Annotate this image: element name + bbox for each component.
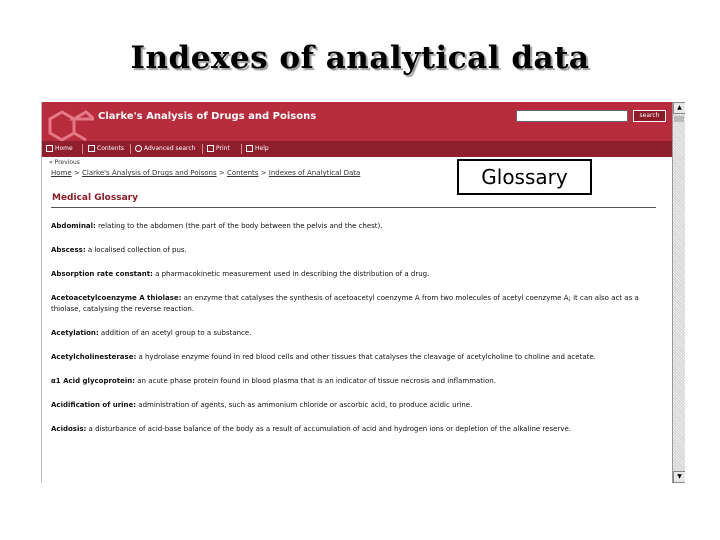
nav-contents-label: Contents [97, 145, 124, 152]
vertical-scrollbar[interactable]: ▲ ▼ [672, 102, 685, 483]
search-input[interactable] [516, 110, 628, 122]
nav-advanced-search-label: Advanced search [144, 145, 196, 152]
glossary-definition: an acute phase protein found in blood pl… [135, 377, 496, 385]
breadcrumb-home[interactable]: Home [51, 169, 72, 177]
glossary-definition: a localised collection of pus. [85, 246, 187, 254]
glossary-definition: addition of an acetyl group to a substan… [98, 329, 252, 337]
nav-bar: Home Contents Advanced search Print Help [42, 141, 672, 157]
breadcrumb: Home > Clarke's Analysis of Drugs and Po… [51, 169, 360, 177]
site-header: Clarke's Analysis of Drugs and Poisons s… [42, 102, 672, 155]
glossary-entry: Acidification of urine: administration o… [51, 400, 659, 411]
glossary-entry: Acetoacetylcoenzyme A thiolase: an enzym… [51, 293, 659, 315]
glossary-term: Acidification of urine: [51, 401, 137, 409]
glossary-definition: relating to the abdomen (the part of the… [95, 222, 383, 230]
glossary-term: α1 Acid glycoprotein: [51, 377, 136, 385]
breadcrumb-separator: > [73, 169, 80, 177]
glossary-entry: α1 Acid glycoprotein: an acute phase pro… [51, 376, 659, 387]
glossary-term: Acetylcholinesterase: [51, 353, 137, 361]
nav-home-label: Home [55, 145, 73, 152]
nav-divider [202, 144, 203, 154]
glossary-entry: Abscess: a localised collection of pus. [51, 245, 659, 256]
nav-print-label: Print [216, 145, 230, 152]
glossary-entry: Absorption rate constant: a pharmacokine… [51, 269, 659, 280]
magnifier-icon [135, 145, 142, 152]
divider [51, 207, 656, 208]
slide-title: Indexes of analytical data [130, 40, 590, 76]
glossary-definition: a disturbance of acid-base balance of th… [86, 425, 571, 433]
previous-link[interactable]: « Previous [49, 159, 80, 166]
glossary-entry: Acetylcholinesterase: a hydrolase enzyme… [51, 352, 659, 363]
nav-home[interactable]: Home [46, 143, 73, 155]
breadcrumb-book[interactable]: Clarke's Analysis of Drugs and Poisons [82, 169, 217, 177]
scroll-up-arrow-icon[interactable]: ▲ [673, 102, 685, 114]
nav-print[interactable]: Print [207, 143, 230, 155]
glossary-callout: Glossary [457, 159, 592, 195]
nav-divider [82, 144, 83, 154]
nav-help-label: Help [255, 145, 269, 152]
scroll-thumb[interactable] [674, 116, 684, 122]
page-heading: Medical Glossary [52, 193, 138, 203]
glossary-entry: Acetylation: addition of an acetyl group… [51, 328, 659, 339]
home-icon [46, 145, 53, 152]
nav-divider [130, 144, 131, 154]
glossary-definition: administration of agents, such as ammoni… [136, 401, 473, 409]
browser-screenshot: Clarke's Analysis of Drugs and Poisons s… [41, 102, 685, 483]
glossary-term: Acetylation: [51, 329, 99, 337]
breadcrumb-separator: > [218, 169, 225, 177]
glossary-list: Abdominal: relating to the abdomen (the … [51, 221, 659, 448]
nav-contents[interactable]: Contents [88, 143, 124, 155]
glossary-entry: Abdominal: relating to the abdomen (the … [51, 221, 659, 232]
search-button[interactable]: search [633, 110, 666, 122]
scroll-down-arrow-icon[interactable]: ▼ [673, 471, 685, 483]
breadcrumb-contents[interactable]: Contents [227, 169, 259, 177]
glossary-term: Acetoacetylcoenzyme A thiolase: [51, 294, 182, 302]
breadcrumb-indexes[interactable]: Indexes of Analytical Data [269, 169, 361, 177]
glossary-definition: a hydrolase enzyme found in red blood ce… [136, 353, 596, 361]
glossary-term: Abscess: [51, 246, 86, 254]
glossary-term: Abdominal: [51, 222, 96, 230]
glossary-definition: a pharmacokinetic measurement used in de… [152, 270, 430, 278]
site-title[interactable]: Clarke's Analysis of Drugs and Poisons [98, 111, 316, 122]
nav-help[interactable]: Help [246, 143, 269, 155]
print-icon [207, 145, 214, 152]
glossary-term: Absorption rate constant: [51, 270, 153, 278]
nav-advanced-search[interactable]: Advanced search [135, 143, 195, 155]
breadcrumb-separator: > [260, 169, 267, 177]
contents-icon [88, 145, 95, 152]
nav-divider [241, 144, 242, 154]
glossary-term: Acidosis: [51, 425, 87, 433]
help-icon [246, 145, 253, 152]
glossary-entry: Acidosis: a disturbance of acid-base bal… [51, 424, 659, 435]
